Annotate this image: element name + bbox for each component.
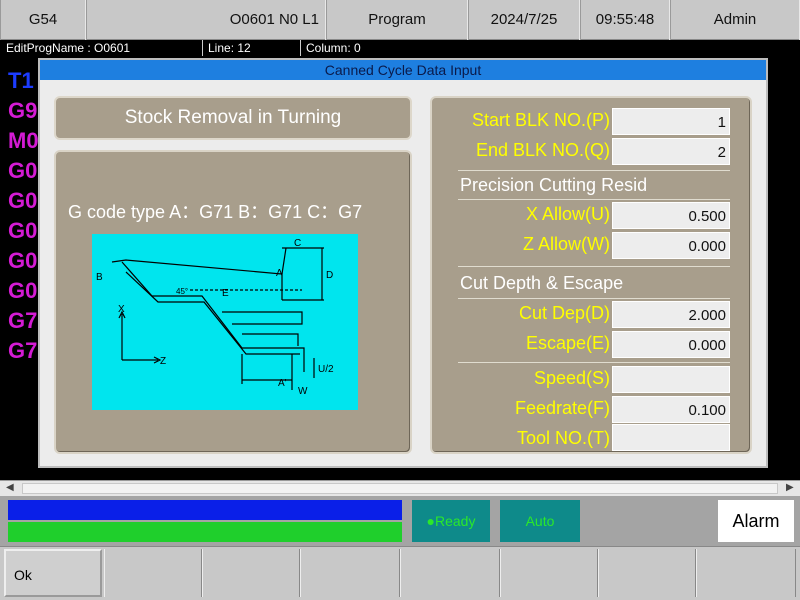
program-line-text: G7 [8,338,38,363]
label-e: E [222,288,229,299]
feed-load-bar [8,522,402,542]
softkey-8[interactable] [696,549,796,597]
program-line-text: G7 [8,308,38,333]
precision-header: Precision Cutting Resid [460,175,648,195]
program-line: G0 [8,248,37,274]
label-a: A [276,268,283,279]
top-status-bar: G54 O0601 N0 L1 Program 2024/7/25 09:55:… [0,0,800,40]
program-line: T1 [8,68,34,94]
label-b: B [96,272,103,283]
stock-removal-diagram: B C D A A' W U/2 X Z 45° E [92,234,358,410]
x-allow-label: X Allow(U) [525,204,610,224]
edit-info-bar: EditProgName : O0601 Line: 12 Column: 0 [0,40,800,56]
gcode-panel: G code type A：G71 B：G71 C：G7 B C D A A' … [54,150,412,454]
label-d: D [326,270,333,281]
coordinate-system: G54 [0,0,86,40]
softkey-2[interactable] [104,549,202,597]
program-line: G0 [8,278,37,304]
start-blk-field[interactable]: 1 [612,108,730,135]
ready-indicator: ●Ready [412,500,490,542]
feedrate-label: Feedrate(F) [514,398,610,418]
program-info: O0601 N0 L1 [86,0,326,40]
x-allow-field[interactable]: 0.500 [612,202,730,229]
cut-dep-label: Cut Dep(D) [518,303,610,323]
dialog-title: Canned Cycle Data Input [40,60,766,80]
tool-no-field[interactable] [612,424,730,451]
auto-mode-indicator: Auto [500,500,580,542]
dialog-body: Stock Removal in Turning G code type A：G… [40,80,766,466]
end-blk-field[interactable]: 2 [612,138,730,165]
scroll-right-icon[interactable]: ▶ [786,482,794,493]
program-line: G9 [8,98,37,124]
program-line: G0 [8,158,37,184]
program-line-text: G0 [8,278,38,303]
program-line-text: G0 [8,248,38,273]
softkey-3[interactable] [202,549,300,597]
gcode-type-text: G code type A：G71 B：G71 C：G7 [68,202,363,222]
alarm-button[interactable]: Alarm [718,500,794,542]
cut-depth-header: Cut Depth & Escape [460,273,624,293]
label-x: X [118,304,125,315]
cut-dep-field[interactable]: 2.000 [612,301,730,328]
label-u2: U/2 [318,364,334,375]
program-line: G0 [8,188,37,214]
program-line-text: G9 [8,98,38,123]
user-display: Admin [670,0,800,40]
softkey-bar: Ok [0,546,800,600]
label-c: C [294,238,301,249]
program-line: G0 [8,218,37,244]
program-line-text: M0 [8,128,39,153]
escape-label: Escape(E) [525,333,610,353]
horizontal-scrollbar[interactable]: ◀ ▶ [0,480,800,496]
program-line: G7 [8,308,37,334]
machine-status-bar: ●Ready Auto Alarm [0,496,800,546]
label-a-prime: A' [278,378,287,389]
scrollbar-thumb[interactable] [22,483,778,494]
time-display: 09:55:48 [580,0,670,40]
feedrate-field[interactable]: 0.100 [612,396,730,423]
program-line-text: G0 [8,218,38,243]
cycle-name-box: Stock Removal in Turning [54,96,412,140]
program-line-text: T1 [8,68,34,93]
scroll-left-icon[interactable]: ◀ [6,482,14,493]
label-angle: 45° [176,287,188,296]
ok-softkey[interactable]: Ok [4,549,102,597]
canned-cycle-dialog: Canned Cycle Data Input Stock Removal in… [38,58,768,468]
column-indicator: Column: 0 [306,41,361,55]
z-allow-field[interactable]: 0.000 [612,232,730,259]
label-w: W [298,386,308,397]
speed-label: Speed(S) [533,368,610,388]
mode-indicator: Program [326,0,468,40]
cycle-diagram-svg: B C D A A' W U/2 X Z 45° E [96,238,334,397]
program-line: M0 [8,128,39,154]
parameters-panel: Start BLK NO.(P) 1 End BLK NO.(Q) 2 Prec… [430,96,752,454]
program-line: G7 [8,338,37,364]
tool-no-label: Tool NO.(T) [516,428,610,448]
spindle-load-bar [8,500,402,520]
line-indicator: Line: 12 [208,41,251,55]
program-line-text: G0 [8,188,38,213]
softkey-4[interactable] [300,549,400,597]
softkey-6[interactable] [500,549,598,597]
escape-field[interactable]: 0.000 [612,331,730,358]
softkey-5[interactable] [400,549,500,597]
speed-field[interactable] [612,366,730,393]
z-allow-label: Z Allow(W) [523,234,610,254]
softkey-7[interactable] [598,549,696,597]
edit-prog-name: EditProgName : O0601 [6,41,131,55]
label-z: Z [160,356,166,367]
end-blk-label: End BLK NO.(Q) [475,140,610,160]
program-line-text: G0 [8,158,38,183]
date-display: 2024/7/25 [468,0,580,40]
start-blk-label: Start BLK NO.(P) [471,110,610,130]
